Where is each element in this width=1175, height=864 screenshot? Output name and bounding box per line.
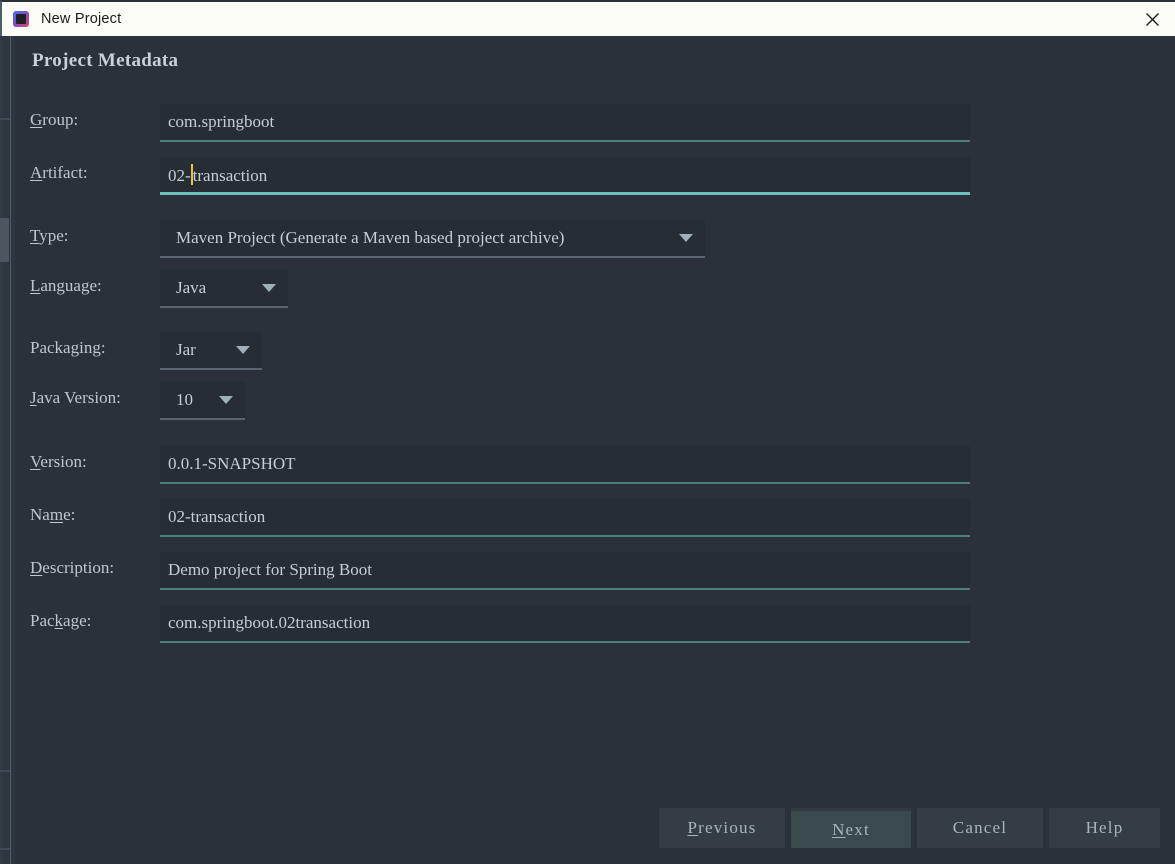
text-caret — [190, 163, 193, 185]
label-project-name: Name: — [30, 505, 76, 524]
new-project-dialog: Project Metadata Group: com.springboot Art… — [15, 36, 1175, 864]
page-title: Project Metadata — [32, 50, 179, 71]
ide-tool-marker-bottom — [0, 848, 10, 850]
dropdown-value-language: Java — [176, 278, 207, 297]
form-row-type: Type: Maven Project (Generate a Maven bas… — [15, 220, 1175, 260]
label-description: Description: — [30, 558, 115, 577]
dialog-footer: Previous Next Cancel Help — [15, 808, 1175, 864]
input-value-group: com.springboot — [168, 112, 275, 131]
label-language: Language: — [30, 276, 102, 295]
chevron-down-icon — [262, 284, 276, 292]
intellij-idea-icon — [13, 11, 29, 27]
label-artifact: Artifact: — [30, 163, 88, 182]
input-project-name[interactable]: 02-transaction — [160, 499, 970, 537]
help-button[interactable]: Help — [1049, 808, 1160, 848]
dropdown-type[interactable]: Maven Project (Generate a Maven based pr… — [160, 220, 705, 258]
ide-window-backdrop — [0, 0, 15, 864]
label-packaging: Packaging: — [30, 338, 106, 357]
input-group[interactable]: com.springboot — [160, 104, 970, 142]
input-value-project-name: 02-transaction — [168, 507, 266, 526]
dropdown-value-type: Maven Project (Generate a Maven based pr… — [176, 228, 565, 247]
chevron-down-icon — [236, 346, 250, 354]
form-row-language: Language: Java — [15, 270, 1175, 310]
ide-edge-strip — [0, 30, 2, 864]
form-row-project-name: Name: 02-transaction — [15, 499, 1175, 539]
form-row-group: Group: com.springboot — [15, 104, 1175, 144]
label-group: Group: — [30, 110, 79, 129]
chevron-down-icon — [219, 396, 233, 404]
ide-tool-marker-mid — [0, 770, 10, 772]
ide-tool-marker-top — [0, 118, 10, 120]
input-value-package: com.springboot.02transaction — [168, 613, 371, 632]
window-title-bar: New Project — [0, 0, 1175, 36]
input-description[interactable]: Demo project for Spring Boot — [160, 552, 970, 590]
label-java-version: Java Version: — [30, 388, 121, 407]
dropdown-java-version[interactable]: 10 — [160, 382, 245, 420]
dropdown-packaging[interactable]: Jar — [160, 332, 262, 370]
form-row-packaging: Packaging: Jar — [15, 332, 1175, 372]
input-value-artifact: 02- transaction — [168, 163, 268, 185]
form-row-package: Package: com.springboot.02transaction — [15, 605, 1175, 645]
form-row-description: Description: Demo project for Spring Boot — [15, 552, 1175, 592]
close-icon[interactable] — [1129, 2, 1175, 36]
label-type: Type: — [30, 226, 69, 245]
input-version[interactable]: 0.0.1-SNAPSHOT — [160, 446, 970, 484]
dropdown-value-packaging: Jar — [176, 340, 196, 359]
form-row-java-version: Java Version: 10 — [15, 382, 1175, 422]
ide-scrollbar-thumb — [0, 218, 9, 262]
input-artifact[interactable]: 02- transaction — [160, 157, 970, 195]
input-value-description: Demo project for Spring Boot — [168, 560, 372, 579]
form-row-version: Version: 0.0.1-SNAPSHOT — [15, 446, 1175, 486]
dropdown-value-java-version: 10 — [176, 390, 193, 409]
label-package: Package: — [30, 611, 92, 630]
input-value-version: 0.0.1-SNAPSHOT — [168, 454, 296, 473]
dropdown-language[interactable]: Java — [160, 270, 288, 308]
input-package[interactable]: com.springboot.02transaction — [160, 605, 970, 643]
previous-button[interactable]: Previous — [659, 808, 785, 848]
ide-vertical-divider — [10, 30, 11, 864]
chevron-down-icon — [679, 234, 693, 242]
cancel-button[interactable]: Cancel — [917, 808, 1043, 848]
label-version: Version: — [30, 452, 87, 471]
window-title: New Project — [41, 11, 122, 27]
next-button[interactable]: Next — [791, 808, 911, 848]
form-row-artifact: Artifact: 02- transaction — [15, 157, 1175, 197]
